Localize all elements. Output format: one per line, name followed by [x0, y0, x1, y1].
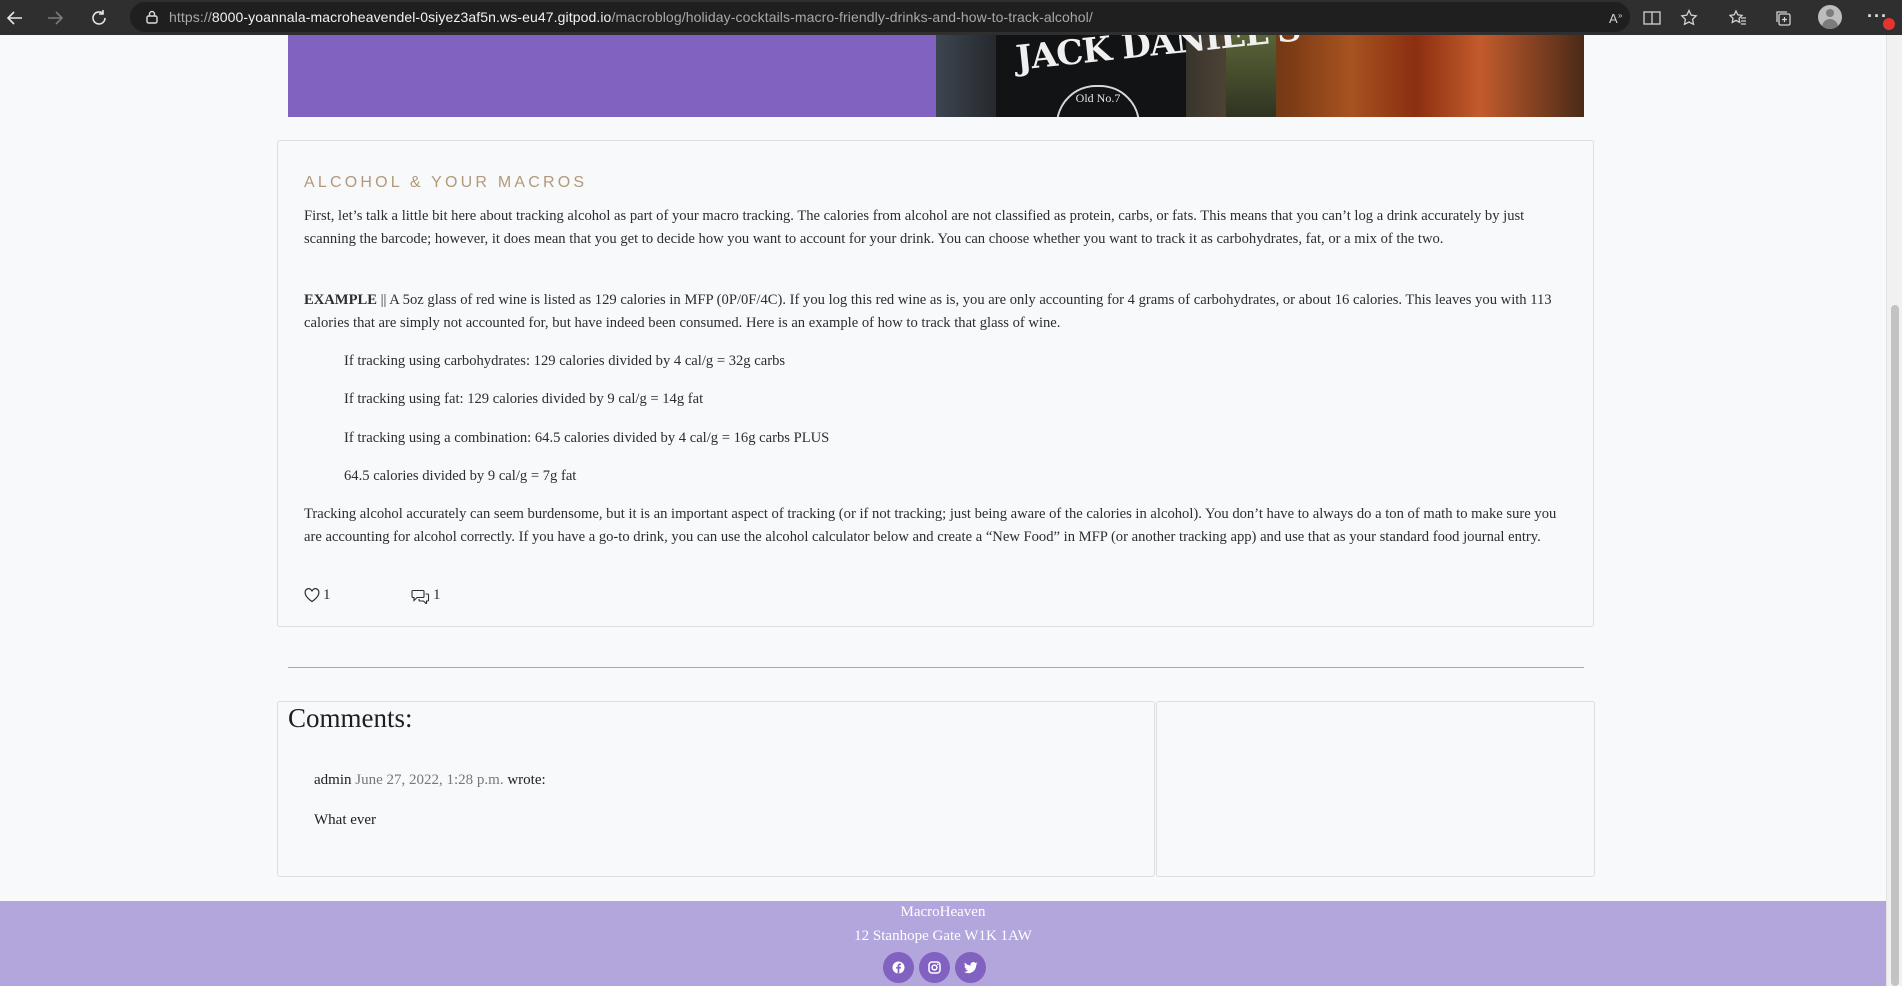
forward-icon[interactable] — [40, 3, 70, 33]
svg-text:»: » — [1618, 11, 1623, 20]
calc-line-combination: If tracking using a combination: 64.5 ca… — [344, 430, 830, 446]
comment-author: admin — [314, 772, 352, 788]
svg-text:A: A — [1609, 11, 1618, 26]
example-paragraph: EXAMPLE || A 5oz glass of red wine is li… — [304, 289, 1564, 334]
url-text[interactable]: https://8000-yoannala-macroheavendel-0si… — [169, 9, 1093, 25]
profile-icon[interactable] — [1818, 5, 1842, 29]
heart-icon — [304, 588, 320, 603]
facebook-icon[interactable] — [883, 952, 914, 983]
collections-icon[interactable] — [1768, 3, 1798, 33]
refresh-icon[interactable] — [84, 3, 114, 33]
comment-body: What ever — [314, 812, 377, 828]
browser-toolbar: https://8000-yoannala-macroheavendel-0si… — [0, 0, 1902, 35]
comment-verb: wrote: — [507, 772, 546, 788]
read-aloud-icon[interactable]: A» — [1603, 3, 1633, 33]
article-paragraph: Tracking alcohol accurately can seem bur… — [304, 506, 1557, 545]
calc-line-combination-fat: 64.5 calories divided by 9 cal/g = 7g fa… — [344, 468, 577, 484]
comments-heading: Comments: — [288, 703, 413, 733]
section-divider — [288, 667, 1584, 668]
comment-date: June 27, 2022, 1:28 p.m. — [355, 772, 504, 788]
section-title: ALCOHOL & YOUR MACROS — [304, 174, 588, 191]
like-button[interactable]: 1 — [304, 587, 331, 604]
comments-link[interactable]: 1 — [411, 587, 441, 604]
example-text: || A 5oz glass of red wine is listed as … — [304, 292, 1552, 331]
hero-image: JACK DANIEL'S Old No.7 — [936, 35, 1584, 117]
back-icon[interactable] — [0, 3, 30, 33]
article-paragraph: First, let’s talk a little bit here abou… — [304, 208, 1525, 247]
address-bar[interactable]: https://8000-yoannala-macroheavendel-0si… — [130, 2, 1630, 32]
comment-form-panel — [1156, 701, 1595, 877]
notification-badge — [1882, 17, 1896, 31]
footer-brand: MacroHeaven — [900, 904, 986, 920]
page-scrollbar[interactable] — [1886, 35, 1902, 986]
immersive-reader-icon[interactable] — [1637, 3, 1667, 33]
like-count: 1 — [323, 587, 331, 603]
comments-icon — [411, 588, 430, 604]
comment-meta: admin June 27, 2022, 1:28 p.m. wrote: — [314, 772, 546, 789]
instagram-icon[interactable] — [919, 952, 950, 983]
twitter-icon[interactable] — [955, 952, 986, 983]
calc-line-carbs: If tracking using carbohydrates: 129 cal… — [344, 353, 786, 369]
comment-count: 1 — [433, 587, 441, 603]
favorites-icon[interactable] — [1723, 3, 1753, 33]
lock-icon[interactable] — [145, 10, 159, 24]
footer-address: 12 Stanhope Gate W1K 1AW — [854, 928, 1032, 944]
site-footer: MacroHeaven 12 Stanhope Gate W1K 1AW — [0, 901, 1886, 986]
scrollbar-thumb[interactable] — [1891, 305, 1899, 986]
more-icon[interactable]: ··· — [1862, 3, 1896, 33]
add-favorite-icon[interactable] — [1674, 3, 1704, 33]
hero-color-panel — [288, 35, 936, 117]
calc-line-fat: If tracking using fat: 129 calories divi… — [344, 391, 704, 407]
example-label: EXAMPLE — [304, 292, 377, 308]
